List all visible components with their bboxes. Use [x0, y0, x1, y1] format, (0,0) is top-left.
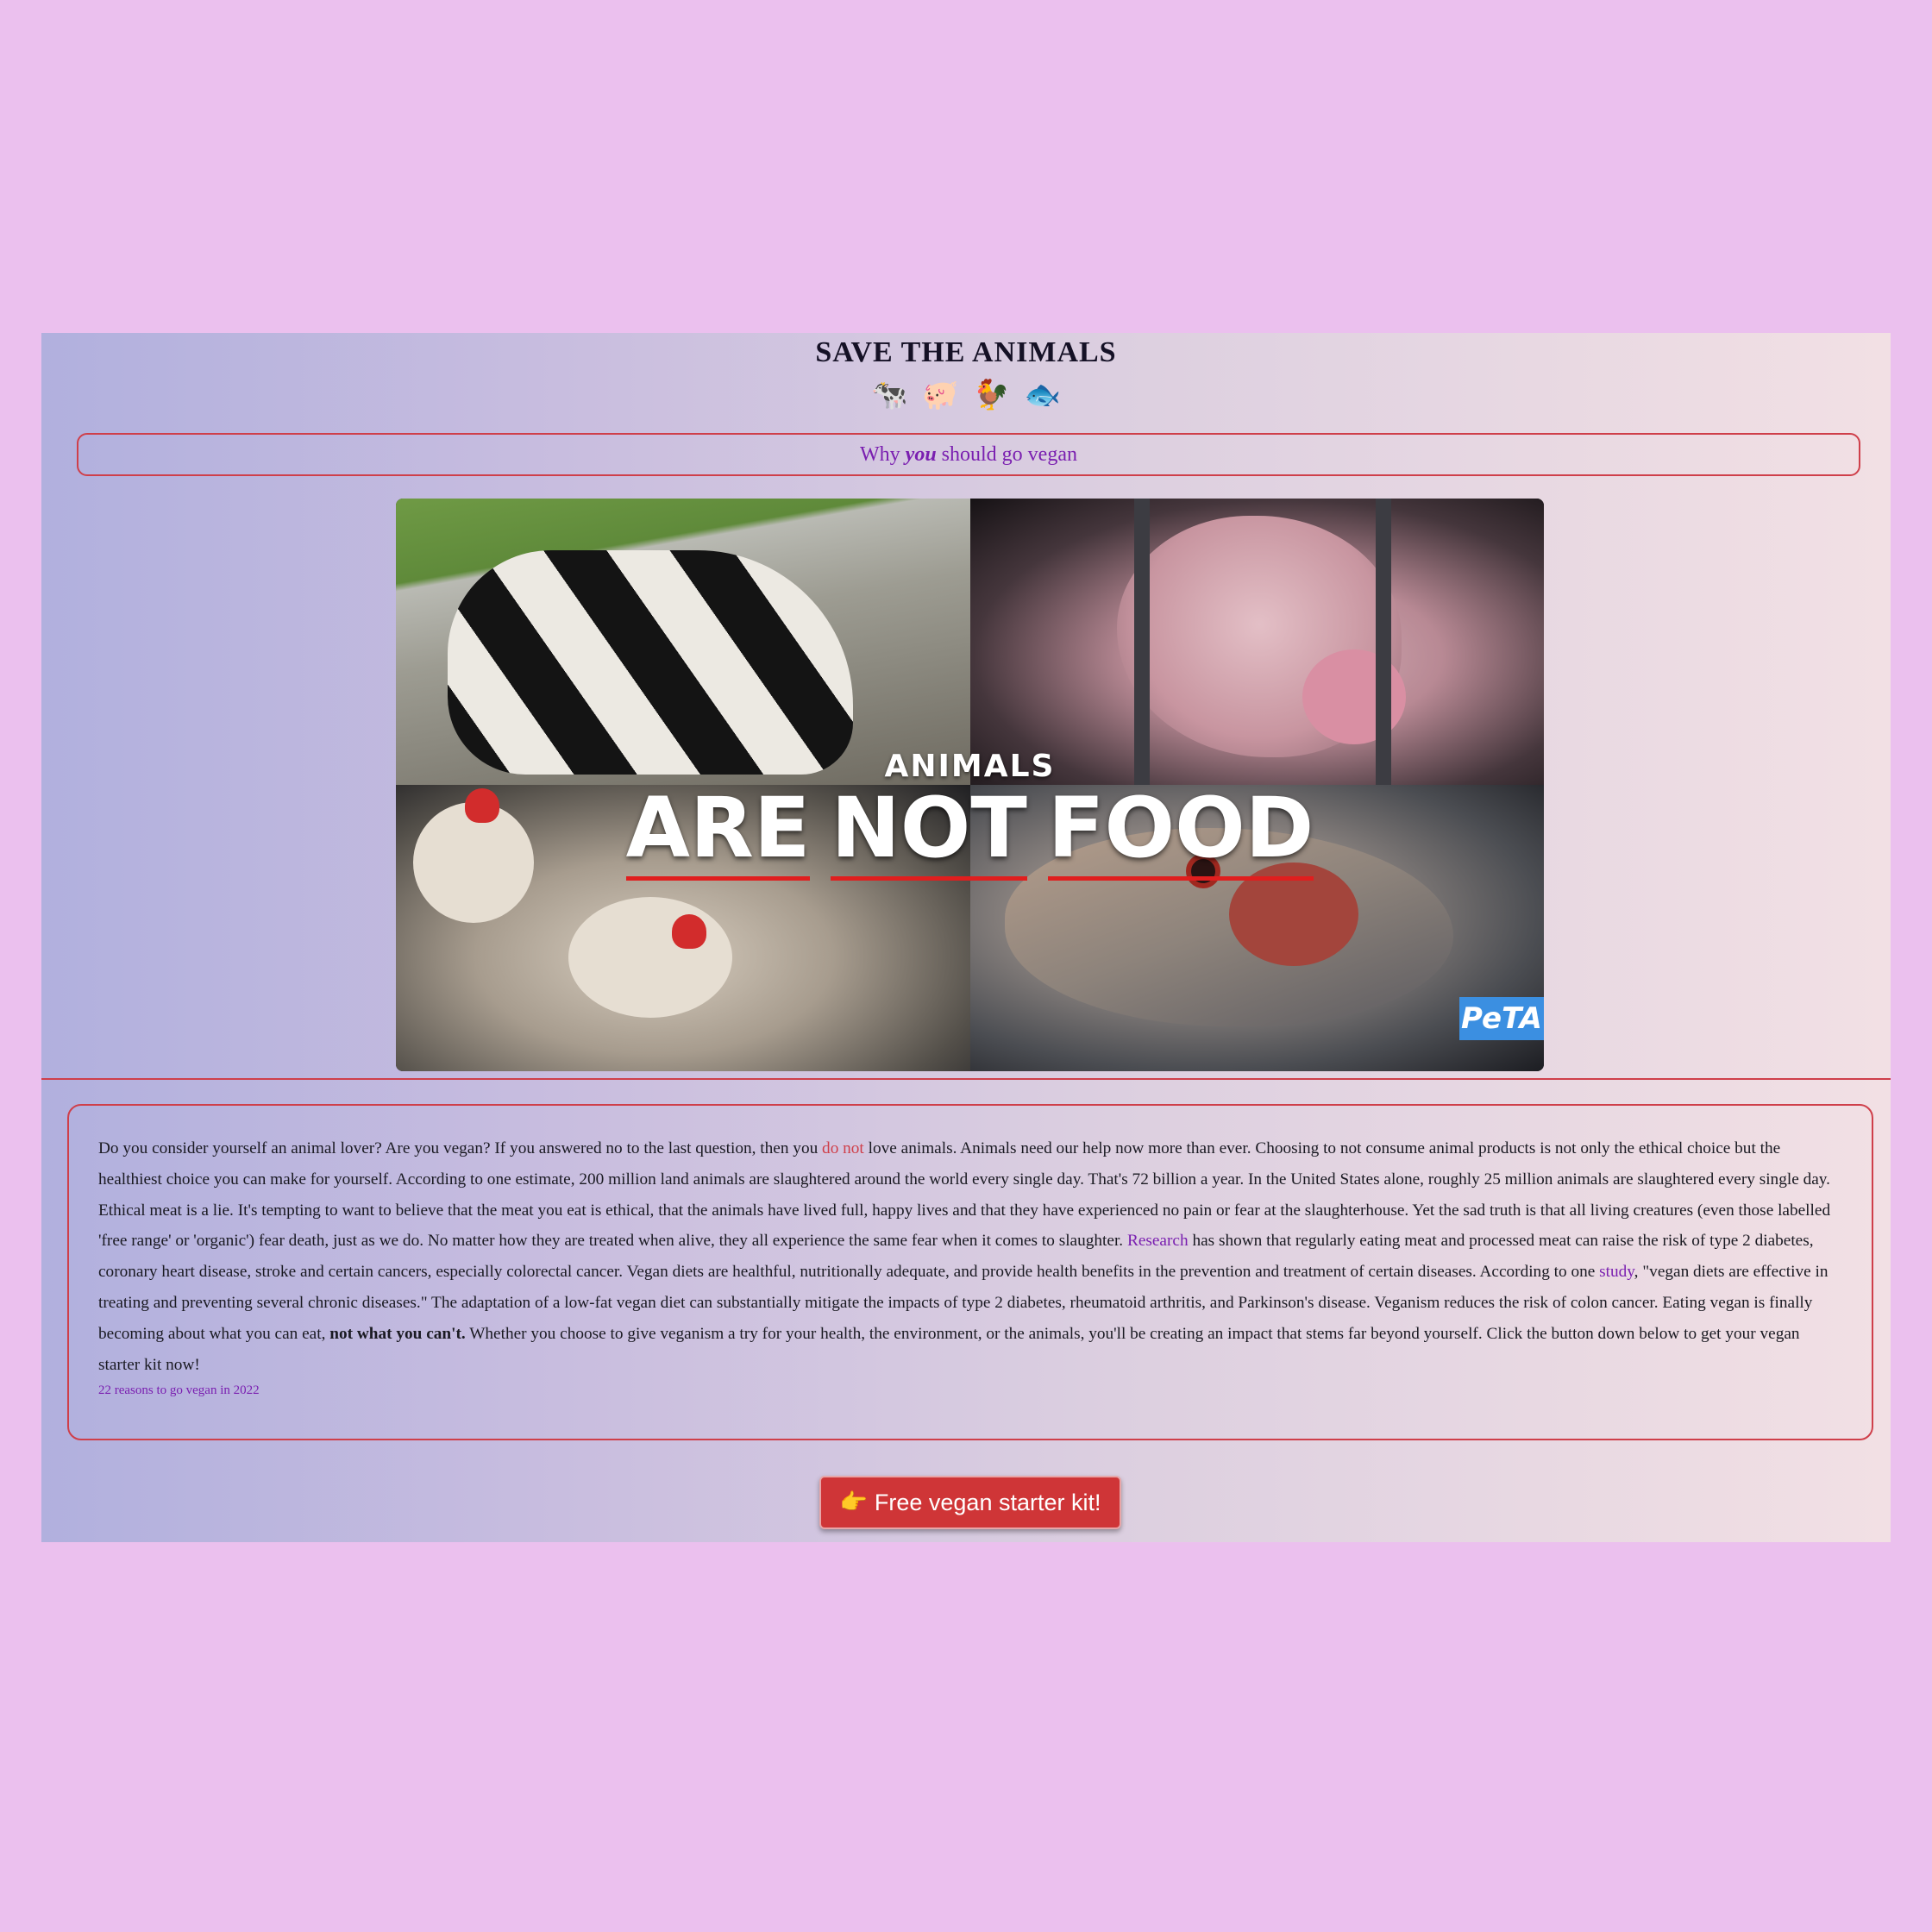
article-bold-text: not what you can't.	[329, 1324, 466, 1343]
free-starter-kit-button[interactable]: 👉 Free vegan starter kit!	[819, 1476, 1121, 1529]
hero-line-animals: ANIMALS	[884, 749, 1056, 784]
pointing-hand-icon: 👉	[839, 1490, 868, 1515]
cow-photo	[396, 499, 970, 785]
section-divider	[41, 1078, 1891, 1080]
article-text: Do you consider yourself an animal lover…	[98, 1139, 823, 1157]
research-link[interactable]: Research	[1127, 1232, 1189, 1250]
pig-icon: 🐖	[922, 378, 959, 412]
hero-word-food: FOOD	[1047, 783, 1314, 881]
cow-figure	[448, 550, 853, 775]
pig-photo	[969, 499, 1544, 785]
why-text-after: should go vegan	[936, 442, 1077, 466]
peta-logo: PeTA	[1459, 997, 1544, 1040]
hero-word-not: NOT	[831, 783, 1027, 881]
cage-bar	[1133, 499, 1150, 785]
fish-icon: 🐟	[1024, 378, 1061, 412]
animal-icons-row: 🐄 🐖 🐓 🐟	[41, 376, 1891, 414]
cow-icon: 🐄	[871, 378, 908, 412]
chicken-figure	[568, 897, 732, 1018]
main-card: SAVE THE ANIMALS 🐄 🐖 🐓 🐟 Why you should …	[41, 333, 1891, 1542]
why-text-emphasis: you	[905, 442, 937, 466]
animals-not-food-image: ANIMALS ARE NOT FOOD PeTA	[396, 499, 1544, 1071]
why-go-vegan-banner[interactable]: Why you should go vegan	[77, 433, 1860, 476]
article-body: Do you consider yourself an animal lover…	[98, 1133, 1842, 1380]
chicken-comb	[672, 914, 706, 949]
do-not-highlight: do not	[822, 1139, 864, 1157]
cage-bar	[1375, 499, 1391, 785]
cta-label: Free vegan starter kit!	[874, 1489, 1101, 1515]
reasons-link[interactable]: 22 reasons to go vegan in 2022	[98, 1383, 1842, 1398]
study-link[interactable]: study	[1599, 1263, 1634, 1281]
chicken-icon: 🐓	[973, 378, 1010, 412]
hero-word-are: ARE	[625, 783, 811, 881]
article-box: Do you consider yourself an animal lover…	[67, 1104, 1873, 1440]
hero-headline: ARE NOT FOOD	[396, 783, 1544, 881]
page-title: SAVE THE ANIMALS	[815, 336, 1117, 368]
why-text-before: Why	[860, 442, 906, 466]
